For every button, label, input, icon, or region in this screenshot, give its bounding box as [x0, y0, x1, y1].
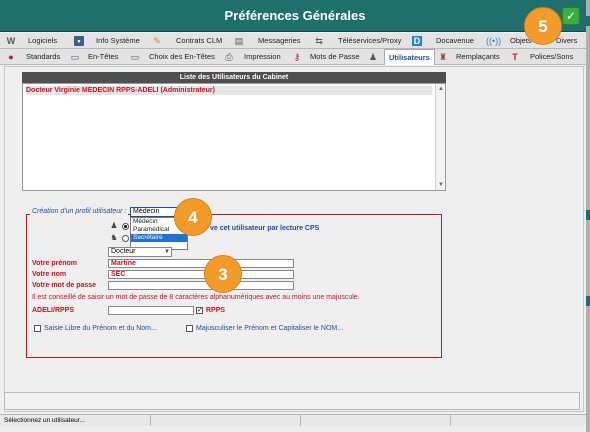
first-name-field[interactable]: Martine: [108, 259, 294, 268]
red-dot-icon: ●: [8, 52, 14, 62]
adeli-field[interactable]: [108, 306, 194, 315]
scroll-up-icon[interactable]: ▲: [437, 85, 445, 93]
dropdown-option-selected[interactable]: Secrétaire: [131, 234, 187, 242]
doc-icon: ▭: [70, 52, 80, 62]
doc-icon: ▭: [130, 52, 140, 62]
tab-contrats-clm[interactable]: Contrats CLM: [176, 33, 222, 49]
tab-mots-de-passe[interactable]: Mots de Passe: [310, 49, 360, 65]
users-icon: ♜: [438, 52, 448, 62]
tab-logiciels[interactable]: Logiciels: [28, 33, 57, 49]
tab-messageries[interactable]: Messageries: [258, 33, 301, 49]
title-combo[interactable]: Docteur ▼: [108, 247, 172, 257]
step-badge-5: 5: [524, 7, 562, 45]
wifi-icon: ((•)): [486, 36, 502, 46]
adeli-label: ADELI/RPPS: [32, 307, 75, 314]
status-divider: [150, 414, 151, 426]
edge-marker: [586, 296, 590, 306]
step-badge-3: 3: [204, 255, 242, 293]
status-bar: Sélectionnez un utilisateur...: [0, 414, 590, 426]
tab-row-1: W Logiciels ▪ Info Système ✎ Contrats CL…: [0, 33, 590, 49]
rpps-label: RPPS: [206, 307, 226, 314]
tab-docavenue[interactable]: Docavenue: [436, 33, 474, 49]
capitalize-checkbox[interactable]: [186, 325, 193, 332]
free-entry-checkbox[interactable]: [34, 325, 41, 332]
tab-info-systeme[interactable]: Info Système: [96, 33, 140, 49]
radio-manual[interactable]: [122, 223, 129, 230]
tab-polices-sons[interactable]: Polices/Sons: [530, 49, 573, 65]
free-entry-label: Saisie Libre du Prénom et du Nom...: [44, 325, 157, 332]
users-list-title: Liste des Utilisateurs du Cabinet: [22, 72, 446, 83]
status-divider: [450, 414, 451, 426]
user-icon: ♟: [368, 52, 378, 62]
title-combo-value: Docteur: [111, 248, 136, 255]
printer-icon: ⎙: [225, 52, 233, 62]
info-system-icon: ▪: [74, 36, 84, 46]
tab-choix-en-tetes[interactable]: Choix des En-Têtes: [149, 49, 215, 65]
tab-remplacants[interactable]: Remplaçants: [456, 49, 500, 65]
password-hint: Il est conseillé de saisir un mot de pas…: [32, 294, 360, 301]
step-badge-4: 4: [174, 198, 212, 236]
network-icon: ⇆: [315, 36, 323, 46]
chevron-down-icon: ▼: [164, 249, 170, 255]
card-reader-icon: ♞: [110, 233, 118, 242]
tab-row-2: ● Standards ▭ En-Têtes ▭ Choix des En-Tê…: [0, 49, 590, 65]
key-icon: ⚷: [293, 52, 301, 62]
pen-icon: ✎: [153, 36, 161, 46]
edge-marker: [586, 210, 590, 220]
radio-cps[interactable]: [122, 235, 129, 242]
preferences-window: Préférences Générales ✓ W Logiciels ▪ In…: [0, 0, 590, 432]
font-icon: T: [512, 52, 518, 62]
mail-icon: ▤: [234, 36, 244, 46]
tab-standards[interactable]: Standards: [26, 49, 60, 65]
logiciels-icon: W: [6, 36, 16, 46]
last-name-label: Votre nom: [32, 271, 67, 278]
last-name-field[interactable]: SEC: [108, 270, 294, 279]
users-list[interactable]: Docteur Virginie MEDECIN RPPS-ADELI (Adm…: [22, 83, 446, 191]
person-icon: ♟: [110, 221, 118, 230]
password-label: Votre mot de passe: [32, 282, 97, 289]
docavenue-icon: D: [412, 36, 422, 46]
tab-teleservices[interactable]: Téléservices/Proxy: [338, 33, 401, 49]
close-button[interactable]: ✓: [562, 7, 580, 25]
rpps-checkbox[interactable]: ✓: [196, 307, 203, 314]
password-field[interactable]: [108, 281, 294, 290]
first-name-label: Votre prénom: [32, 260, 77, 267]
cps-option-label: ve cet utilisateur par lecture CPS: [210, 225, 320, 232]
tab-impression[interactable]: Impression: [244, 49, 281, 65]
profile-group-label: Création d'un profil utilisateur :: [30, 208, 129, 215]
edge-marker: [586, 16, 590, 26]
window-title: Préférences Générales: [0, 0, 590, 32]
scroll-down-icon[interactable]: ▼: [437, 181, 445, 189]
list-scrollbar[interactable]: ▲ ▼: [435, 84, 445, 190]
tab-utilisateurs[interactable]: Utilisateurs: [384, 49, 435, 65]
button-bar: [4, 392, 580, 410]
tab-en-tetes[interactable]: En-Têtes: [88, 49, 118, 65]
capitalize-label: Majusculiser le Prénom et Capitaliser le…: [196, 325, 344, 332]
list-item[interactable]: Docteur Virginie MEDECIN RPPS-ADELI (Adm…: [26, 86, 432, 95]
status-divider: [300, 414, 301, 426]
